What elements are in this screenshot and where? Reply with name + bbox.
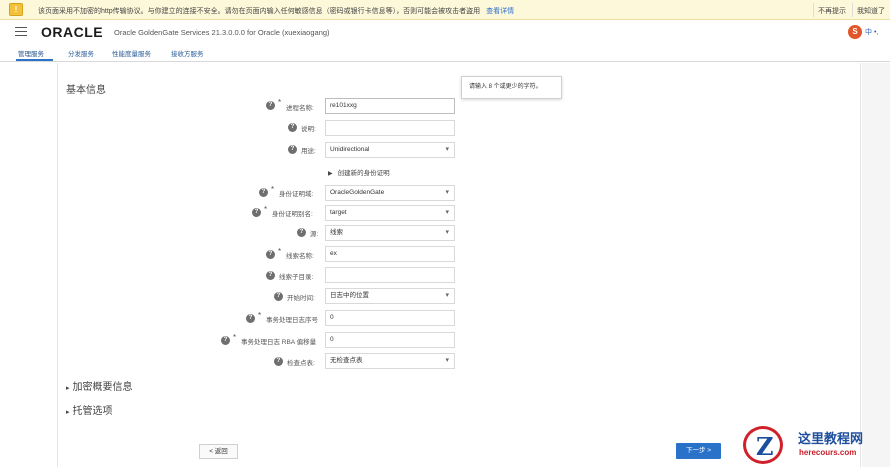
trail-name-input[interactable]: ex — [325, 246, 455, 262]
log-sequence-number-label: 事务处理日志序号 — [266, 317, 318, 324]
page-margin — [862, 63, 890, 467]
warning-text: 该页面采用不加密的http传输协议。与你建立的连接不安全。请勿在页面内输入任何敏… — [38, 6, 514, 16]
encryption-section-toggle[interactable]: ▸ 加密概要信息 — [66, 378, 133, 393]
tab-receiver-service[interactable]: 接收方服务 — [171, 48, 204, 58]
help-icon[interactable]: ? — [266, 271, 275, 280]
help-icon[interactable]: ? — [252, 208, 261, 217]
watermark-logo — [743, 426, 783, 464]
site-watermark: 这里教程网 herecours.com — [743, 424, 890, 467]
view-details-link[interactable]: 查看详情 — [486, 8, 514, 15]
log-sequence-number-input[interactable]: 0 — [325, 310, 455, 326]
watermark-url: herecours.com — [799, 448, 857, 457]
back-button-label: 返回 — [214, 448, 228, 455]
section-title-basic-info: 基本信息 — [66, 85, 106, 96]
tab-distribution-service[interactable]: 分发服务 — [68, 48, 94, 58]
source-label: 源: — [310, 231, 319, 238]
help-icon[interactable]: ? — [266, 250, 275, 259]
required-marker: * — [258, 311, 262, 320]
help-icon[interactable]: ? — [221, 336, 230, 345]
credential-alias-select[interactable]: target — [325, 205, 455, 221]
help-icon[interactable]: ? — [288, 145, 297, 154]
managed-options-toggle[interactable]: ▸ 托管选项 — [66, 402, 113, 417]
warning-message: 该页面采用不加密的http传输协议。与你建立的连接不安全。请勿在页面内输入任何敏… — [38, 8, 481, 15]
checkpoint-table-label: 检查点表: — [287, 360, 315, 367]
app-title: Oracle GoldenGate Services 21.3.0.0.0 fo… — [114, 28, 330, 37]
back-button[interactable]: < 返回 — [199, 444, 238, 459]
got-it-button[interactable]: 我知道了 — [857, 6, 885, 16]
purpose-select[interactable]: Unidirectional — [325, 142, 455, 158]
credential-alias-label: 身份证明别名: — [272, 211, 313, 218]
dont-remind-button[interactable]: 不再提示 — [818, 6, 846, 16]
tab-performance-metrics-service[interactable]: 性能度量服务 — [112, 48, 151, 58]
divider — [852, 3, 853, 17]
ime-label[interactable]: 中 •, — [865, 27, 878, 37]
trail-subdirectory-label: 线索子目录: — [279, 274, 314, 281]
required-marker: * — [233, 333, 237, 342]
required-marker: * — [278, 98, 282, 107]
next-button[interactable]: 下一步 > — [676, 443, 721, 459]
description-label: 说明: — [301, 126, 316, 133]
warning-icon: ! — [9, 3, 23, 16]
process-name-label: 进程名称: — [286, 105, 314, 112]
create-credential-label: 创建新的身份证明 — [337, 170, 390, 177]
header-tools: S 中 •, — [838, 24, 890, 40]
menu-icon[interactable] — [15, 27, 27, 36]
help-icon[interactable]: ? — [297, 228, 306, 237]
chevron-right-icon: > — [707, 447, 712, 454]
help-icon[interactable]: ? — [288, 123, 297, 132]
app-header: ORACLE Oracle GoldenGate Services 21.3.0… — [0, 20, 890, 44]
rba-offset-label: 事务处理日志 RBA 偏移量 — [241, 339, 317, 346]
checkpoint-table-select[interactable]: 无检查点表 — [325, 353, 455, 369]
expand-triangle-icon: ▸ — [66, 409, 70, 416]
create-credential-expander[interactable]: ▶ 创建新的身份证明 — [328, 167, 390, 177]
trail-subdirectory-input[interactable] — [325, 267, 455, 283]
help-icon[interactable]: ? — [274, 292, 283, 301]
credential-domain-label: 身份证明域: — [279, 191, 314, 198]
credential-domain-select[interactable]: OracleGoldenGate — [325, 185, 455, 201]
oracle-logo: ORACLE — [41, 24, 104, 40]
required-marker: * — [264, 205, 268, 214]
service-tabs: 管理服务 分发服务 性能度量服务 接收方服务 — [0, 44, 890, 62]
encryption-section-title: 加密概要信息 — [72, 382, 133, 393]
rba-offset-input[interactable]: 0 — [325, 332, 455, 348]
tab-administration-service[interactable]: 管理服务 — [18, 48, 44, 58]
begin-select[interactable]: 日志中的位置 — [325, 288, 455, 304]
expand-triangle-icon: ▶ — [328, 171, 333, 177]
expand-triangle-icon: ▸ — [66, 385, 70, 392]
chevron-left-icon: < — [209, 448, 213, 455]
next-button-label: 下一步 — [685, 447, 706, 454]
divider — [813, 3, 814, 17]
source-select[interactable]: 线索 — [325, 225, 455, 241]
insecure-connection-banner: ! 该页面采用不加密的http传输协议。与你建立的连接不安全。请勿在页面内输入任… — [0, 0, 890, 20]
active-tab-indicator — [16, 59, 53, 61]
description-input[interactable] — [325, 120, 455, 136]
help-icon[interactable]: ? — [246, 314, 255, 323]
help-icon[interactable]: ? — [259, 188, 268, 197]
help-icon[interactable]: ? — [274, 357, 283, 366]
ime-icon[interactable]: S — [848, 25, 862, 39]
field-hint-tooltip: 请输入 8 个或更少的字符。 — [461, 76, 562, 99]
watermark-site-name: 这里教程网 — [798, 432, 864, 447]
help-icon[interactable]: ? — [266, 101, 275, 110]
add-extract-form-panel — [57, 63, 861, 467]
process-name-input[interactable]: re101xxg — [325, 98, 455, 114]
managed-options-title: 托管选项 — [72, 406, 113, 417]
begin-label: 开始时间: — [287, 295, 315, 302]
trail-name-label: 线索名称: — [286, 253, 314, 260]
purpose-label: 用途: — [301, 148, 316, 155]
required-marker: * — [278, 247, 282, 256]
required-marker: * — [271, 185, 275, 194]
